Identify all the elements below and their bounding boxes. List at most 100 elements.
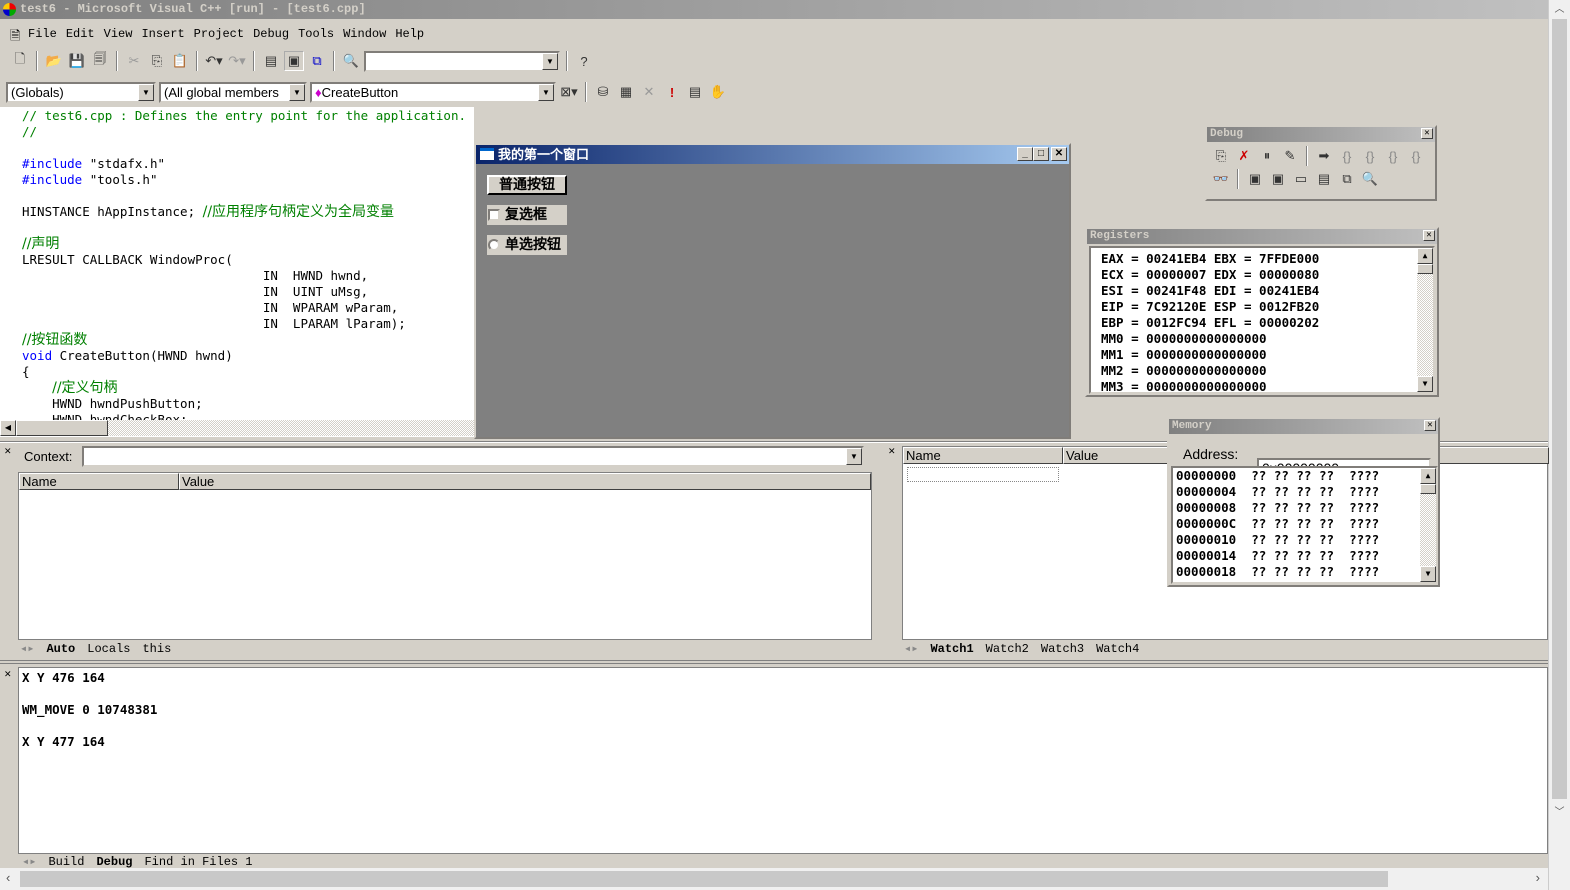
restart-icon[interactable]: ⎘ (1211, 146, 1231, 166)
watch-icon[interactable]: ▣ (1245, 169, 1265, 189)
close-icon[interactable]: ✕ (888, 446, 896, 457)
build-icon[interactable]: ▦ (616, 82, 636, 102)
close-icon[interactable]: ✕ (1421, 128, 1433, 139)
scroll-up-icon[interactable]: ︿ (1549, 0, 1570, 15)
tab-watch1[interactable]: Watch1 (930, 642, 973, 656)
memory-list[interactable]: 00000000 ?? ?? ?? ?? ???? 00000004 ?? ?? … (1171, 466, 1438, 584)
class-combo[interactable]: (Globals) ▼ (6, 81, 156, 103)
menu-item-window[interactable]: Window (343, 27, 386, 41)
scroll-thumb[interactable] (1420, 484, 1436, 494)
tab-debug[interactable]: Debug (96, 855, 132, 869)
break-icon[interactable]: ⏸ (1257, 146, 1277, 166)
go-icon[interactable]: ▤ (685, 82, 705, 102)
chevron-down-icon[interactable]: ▼ (538, 83, 554, 101)
tab-this[interactable]: this (142, 642, 171, 656)
close-icon[interactable]: ✕ (4, 669, 12, 680)
close-icon[interactable]: ✕ (1423, 230, 1435, 241)
memory-icon[interactable]: ▤ (1314, 169, 1334, 189)
menu-item-project[interactable]: Project (194, 27, 244, 41)
memory-scrollbar[interactable]: ▲ ▼ (1420, 468, 1436, 582)
checkbox-box[interactable] (488, 209, 500, 221)
execute-icon[interactable]: ! (662, 82, 682, 102)
vertical-scrollbar[interactable]: ︿ ﹀ (1548, 0, 1570, 890)
menu-item-debug[interactable]: Debug (253, 27, 289, 41)
scroll-thumb[interactable] (1552, 19, 1567, 799)
member-combo[interactable]: ♦CreateButton ▼ (310, 81, 556, 103)
cut-icon[interactable]: ✂ (124, 51, 144, 71)
quickwatch-icon[interactable]: 👓 (1211, 169, 1231, 189)
find-icon[interactable]: ? (574, 51, 594, 71)
step-out-icon[interactable]: {} (1383, 146, 1403, 166)
find-combo[interactable]: ▼ (364, 50, 560, 72)
watch-entry[interactable] (907, 467, 1059, 482)
new-file-icon[interactable]: 🗋 (10, 51, 30, 71)
column-name[interactable]: Name (903, 447, 1063, 464)
step-over-icon[interactable]: {} (1360, 146, 1380, 166)
scroll-down-icon[interactable]: ▼ (1417, 376, 1433, 392)
menu-item-tools[interactable]: Tools (298, 27, 334, 41)
save-all-icon[interactable]: 🗐 (90, 51, 110, 71)
stop-build-icon[interactable]: ✕ (639, 82, 659, 102)
radio-button[interactable]: 单选按钮 (487, 235, 567, 255)
menu-item-insert[interactable]: Insert (141, 27, 184, 41)
compile-icon[interactable]: ⛁ (593, 82, 613, 102)
open-icon[interactable]: 📂 (44, 51, 64, 71)
tab-build[interactable]: Build (48, 855, 84, 869)
tab-scroll-arrows[interactable]: ◂▸ (22, 854, 36, 869)
horizontal-scrollbar[interactable]: ‹ › (0, 868, 1548, 890)
scroll-up-icon[interactable]: ▲ (1417, 248, 1433, 264)
menu-item-help[interactable]: Help (395, 27, 424, 41)
close-icon[interactable]: ✕ (1424, 420, 1436, 431)
undo-icon[interactable]: ↶▾ (204, 51, 224, 71)
maximize-button[interactable]: □ (1033, 147, 1049, 161)
push-button[interactable]: 普通按钮 (487, 175, 567, 195)
checkbox[interactable]: 复选框 (487, 205, 567, 225)
output-window-icon[interactable]: ▣ (284, 51, 304, 71)
chevron-down-icon[interactable]: ▼ (289, 83, 305, 101)
wizard-action-icon[interactable]: ⊠▾ (559, 82, 579, 102)
tab-watch2[interactable]: Watch2 (986, 642, 1029, 656)
show-next-statement-icon[interactable]: ➡ (1314, 146, 1334, 166)
tab-find-in-files-1[interactable]: Find in Files 1 (144, 855, 252, 869)
variables-list[interactable]: Name Value (18, 472, 872, 640)
scroll-thumb[interactable] (16, 420, 108, 436)
save-icon[interactable]: 💾 (67, 51, 87, 71)
disassembly-icon[interactable]: 🔍 (1360, 169, 1380, 189)
tab-scroll-arrows[interactable]: ◂▸ (904, 641, 918, 656)
registers-scrollbar[interactable]: ▲ ▼ (1417, 248, 1433, 392)
filter-combo[interactable]: (All global members ▼ (159, 81, 307, 103)
context-combo[interactable]: ▼ (82, 446, 864, 467)
scroll-thumb[interactable] (1417, 264, 1433, 274)
chevron-down-icon[interactable]: ▼ (138, 83, 154, 101)
redo-icon[interactable]: ↷▾ (227, 51, 247, 71)
output-window[interactable]: X Y 476 164 WM_MOVE 0 10748381 X Y 477 164 (18, 667, 1548, 854)
registers-list[interactable]: EAX = 00241EB4 EBX = 7FFDE000 ECX = 00000… (1089, 246, 1435, 394)
close-button[interactable]: ✕ (1051, 147, 1067, 161)
tab-locals[interactable]: Locals (87, 642, 130, 656)
workspace-icon[interactable]: ▤ (261, 51, 281, 71)
apply-code-changes-icon[interactable]: ✎ (1280, 146, 1300, 166)
registers-icon[interactable]: ▭ (1291, 169, 1311, 189)
window-list-icon[interactable]: ⧉ (307, 51, 327, 71)
editor-hscrollbar[interactable]: ◀ (0, 420, 474, 436)
scroll-right-icon[interactable]: › (1536, 870, 1540, 885)
menu-item-edit[interactable]: Edit (66, 27, 95, 41)
variables-icon[interactable]: ▣ (1268, 169, 1288, 189)
menu-item-file[interactable]: File (28, 27, 57, 41)
tab-watch3[interactable]: Watch3 (1041, 642, 1084, 656)
scroll-up-icon[interactable]: ▲ (1420, 468, 1436, 484)
tab-auto[interactable]: Auto (46, 642, 75, 656)
step-into-icon[interactable]: {} (1337, 146, 1357, 166)
chevron-down-icon[interactable]: ▼ (542, 52, 558, 70)
breakpoint-icon[interactable]: ✋ (708, 82, 728, 102)
tab-watch4[interactable]: Watch4 (1096, 642, 1139, 656)
scroll-thumb[interactable] (20, 871, 1388, 887)
find-in-files-icon[interactable]: 🔍 (341, 51, 361, 71)
copy-icon[interactable]: ⎘ (147, 51, 167, 71)
close-icon[interactable]: ✕ (4, 446, 12, 457)
menu-item-view[interactable]: View (104, 27, 133, 41)
scroll-down-icon[interactable]: ﹀ (1549, 803, 1570, 818)
paste-icon[interactable]: 📋 (170, 51, 190, 71)
scroll-left-icon[interactable]: ◀ (0, 420, 16, 436)
scroll-left-icon[interactable]: ‹ (6, 870, 10, 885)
